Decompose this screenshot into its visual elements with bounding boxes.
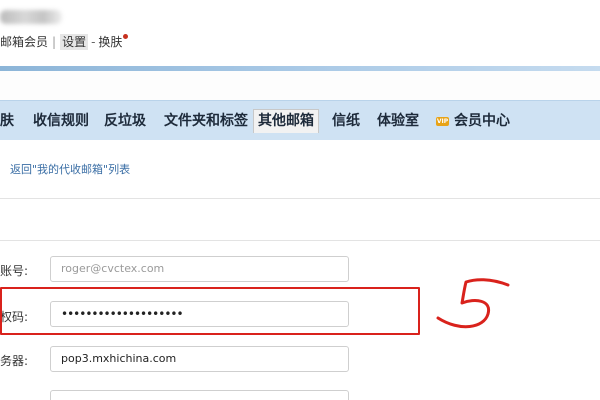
handwritten-number-5: [436, 278, 510, 329]
server-field[interactable]: pop3.mxhichina.com: [50, 346, 349, 372]
server-label: 务器:: [0, 354, 29, 368]
tab-receive-rules[interactable]: 收信规则: [33, 110, 89, 132]
mailbox-member-link[interactable]: 邮箱会员: [0, 35, 48, 49]
port-field[interactable]: [50, 390, 349, 400]
dash: -: [91, 35, 96, 49]
highlight-box: [0, 287, 420, 335]
divider: [0, 240, 600, 241]
tab-anti-spam[interactable]: 反垃圾: [104, 110, 146, 132]
account-field[interactable]: roger@cvctex.com: [50, 256, 349, 282]
account-label: 账号:: [0, 264, 29, 278]
settings-tab-bar: 肤 收信规则 反垃圾 文件夹和标签 其他邮箱 信纸 体验室 VIP 会员中心: [0, 100, 600, 140]
tab-lab[interactable]: 体验室: [377, 110, 419, 132]
tab-folders-labels[interactable]: 文件夹和标签: [164, 110, 248, 132]
tab-other-mailboxes[interactable]: 其他邮箱: [253, 109, 319, 133]
notification-dot: [123, 34, 129, 39]
number-5-stroke: [436, 278, 510, 329]
top-header: 邮箱会员 | 设置 - 换肤: [0, 0, 600, 66]
settings-link[interactable]: 设置: [60, 34, 89, 50]
header-links: 邮箱会员 | 设置 - 换肤: [0, 33, 129, 50]
vip-icon: VIP: [436, 116, 449, 126]
skin-link[interactable]: 换肤: [98, 35, 122, 49]
tab-stationery[interactable]: 信纸: [332, 110, 360, 132]
separator: |: [52, 35, 57, 49]
tab-skin[interactable]: 肤: [0, 110, 14, 132]
back-to-list-link[interactable]: 返回"我的代收邮箱"列表: [10, 161, 130, 177]
header-spacer: [0, 71, 600, 100]
divider: [0, 198, 600, 199]
account-name-blurred: [0, 10, 62, 24]
tab-member-center[interactable]: VIP 会员中心: [436, 110, 510, 132]
